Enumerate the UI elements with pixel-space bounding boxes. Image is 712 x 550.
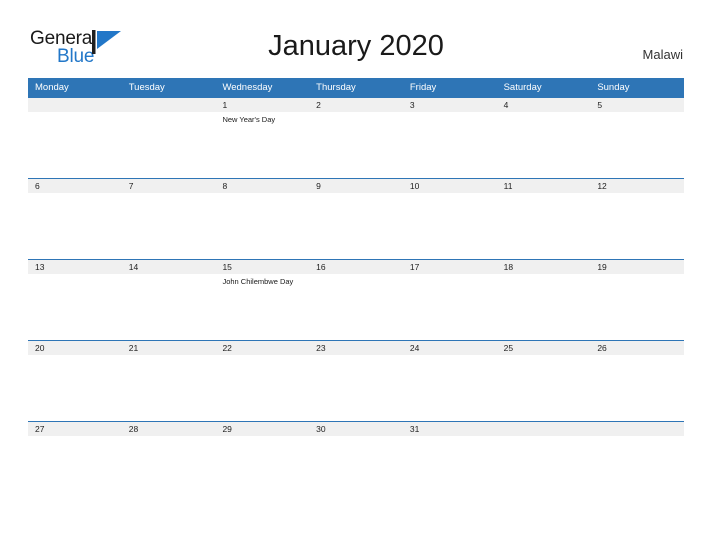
date-cell[interactable]: 1 [215, 98, 309, 112]
calendar-page: General Blue January 2020 Malawi Monday … [0, 0, 712, 550]
date-cell[interactable]: 12 [590, 179, 684, 193]
date-cell[interactable] [590, 422, 684, 436]
week-event-band [28, 193, 684, 259]
date-cell[interactable]: 23 [309, 341, 403, 355]
event-cell [590, 112, 684, 178]
week-event-band: John Chilembwe Day [28, 274, 684, 340]
event-cell [497, 112, 591, 178]
date-cell[interactable]: 16 [309, 260, 403, 274]
event-cell [215, 436, 309, 502]
event-cell [215, 193, 309, 259]
weekday-header-saturday: Saturday [503, 82, 542, 93]
event-cell [590, 436, 684, 502]
event-cell [28, 193, 122, 259]
week-event-band: New Year's Day [28, 112, 684, 178]
date-cell[interactable]: 24 [403, 341, 497, 355]
event-cell: New Year's Day [222, 115, 276, 124]
event-cell [28, 112, 122, 178]
event-cell [122, 436, 216, 502]
date-cell[interactable]: 29 [215, 422, 309, 436]
date-cell[interactable]: 31 [403, 422, 497, 436]
event-cell: John Chilembwe Day [222, 277, 294, 286]
event-cell [309, 355, 403, 421]
date-cell[interactable]: 13 [28, 260, 122, 274]
date-cell[interactable]: 8 [215, 179, 309, 193]
event-cell [122, 193, 216, 259]
weekday-header-thursday: Thursday [316, 82, 356, 93]
date-cell[interactable]: 7 [122, 179, 216, 193]
week-event-band [28, 436, 684, 502]
event-cell [309, 274, 403, 340]
event-cell [403, 112, 497, 178]
date-cell[interactable]: 9 [309, 179, 403, 193]
event-cell [590, 355, 684, 421]
page-header: General Blue January 2020 Malawi [0, 0, 712, 76]
week-row: 27 28 29 30 31 [28, 421, 684, 502]
date-cell[interactable]: 10 [403, 179, 497, 193]
event-cell [403, 436, 497, 502]
event-cell [497, 355, 591, 421]
weekday-header-sunday: Sunday [597, 82, 630, 93]
date-cell[interactable] [122, 98, 216, 112]
page-title: January 2020 [268, 30, 444, 62]
event-cell [122, 274, 216, 340]
event-cell [28, 436, 122, 502]
event-cell [497, 193, 591, 259]
event-cell [497, 274, 591, 340]
weekday-header-monday: Monday [35, 82, 69, 93]
date-cell[interactable]: 4 [497, 98, 591, 112]
date-cell[interactable]: 28 [122, 422, 216, 436]
date-cell[interactable]: 15 [215, 260, 309, 274]
week-date-band: 27 28 29 30 31 [28, 422, 684, 436]
event-cell [122, 355, 216, 421]
date-cell[interactable]: 18 [497, 260, 591, 274]
date-cell[interactable]: 19 [590, 260, 684, 274]
date-cell[interactable]: 2 [309, 98, 403, 112]
event-cell [28, 274, 122, 340]
week-date-band: 1 2 3 4 5 [28, 98, 684, 112]
week-date-band: 6 7 8 9 10 11 12 [28, 179, 684, 193]
event-cell [215, 355, 309, 421]
calendar-grid: Monday Tuesday Wednesday Thursday Friday… [28, 78, 684, 502]
week-row: 13 14 15 16 17 18 19 John Chilembwe Day [28, 259, 684, 340]
date-cell[interactable]: 20 [28, 341, 122, 355]
weekday-header-tuesday: Tuesday [128, 82, 165, 93]
date-cell[interactable]: 5 [590, 98, 684, 112]
event-cell [497, 436, 591, 502]
date-cell[interactable] [28, 98, 122, 112]
weekday-header-friday: Friday [409, 82, 437, 93]
event-cell [309, 436, 403, 502]
date-cell[interactable]: 25 [497, 341, 591, 355]
date-cell[interactable]: 30 [309, 422, 403, 436]
date-cell[interactable]: 6 [28, 179, 122, 193]
date-cell[interactable]: 21 [122, 341, 216, 355]
weekday-header-row: Monday Tuesday Wednesday Thursday Friday… [28, 78, 684, 97]
week-row: 20 21 22 23 24 25 26 [28, 340, 684, 421]
event-cell [28, 355, 122, 421]
week-row: 1 2 3 4 5 New Year's Day [28, 97, 684, 178]
event-cell [309, 193, 403, 259]
region-label: Malawi [642, 47, 683, 62]
date-cell[interactable]: 17 [403, 260, 497, 274]
date-cell[interactable]: 22 [215, 341, 309, 355]
event-cell [403, 274, 497, 340]
date-cell[interactable]: 27 [28, 422, 122, 436]
date-cell[interactable]: 11 [497, 179, 591, 193]
date-cell[interactable]: 26 [590, 341, 684, 355]
week-event-band [28, 355, 684, 421]
week-row: 6 7 8 9 10 11 12 [28, 178, 684, 259]
event-cell [309, 112, 403, 178]
weekday-header-wednesday: Wednesday [222, 82, 273, 93]
date-cell[interactable]: 14 [122, 260, 216, 274]
event-cell [590, 274, 684, 340]
week-date-band: 20 21 22 23 24 25 26 [28, 341, 684, 355]
date-cell[interactable] [497, 422, 591, 436]
date-cell[interactable]: 3 [403, 98, 497, 112]
event-cell [590, 193, 684, 259]
event-cell [403, 193, 497, 259]
event-cell [403, 355, 497, 421]
week-date-band: 13 14 15 16 17 18 19 [28, 260, 684, 274]
event-cell [122, 112, 216, 178]
